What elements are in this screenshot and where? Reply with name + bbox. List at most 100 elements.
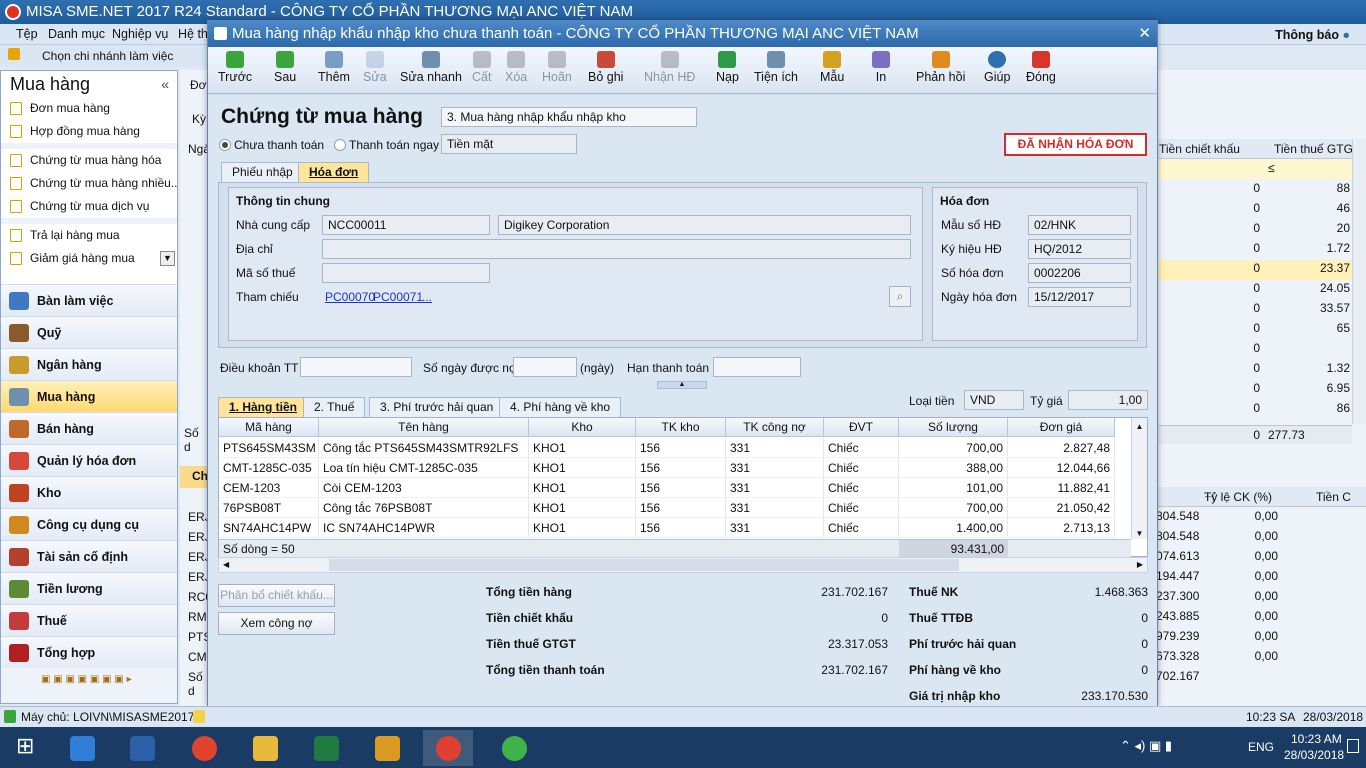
task-word[interactable]	[117, 730, 167, 766]
due-date-field[interactable]	[713, 357, 801, 377]
grid-cell[interactable]: KHO1	[529, 498, 636, 518]
task-misa[interactable]	[423, 730, 473, 766]
notification-link[interactable]: Thông báo ●	[1275, 28, 1350, 42]
grid-cell[interactable]: 156	[636, 518, 726, 538]
tab-invoice[interactable]: Hóa đơn	[298, 162, 370, 182]
sidebar-mini-icons[interactable]: ▣ ▣ ▣ ▣ ▣ ▣ ▣ ▸	[1, 668, 177, 694]
grid-cell[interactable]: 388,00	[899, 458, 1008, 478]
tab-goods[interactable]: 1. Hàng tiền	[218, 397, 309, 417]
task-app-2[interactable]	[362, 730, 412, 766]
grid-cell[interactable]: Chiếc	[824, 438, 899, 458]
start-button[interactable]: ⊞	[2, 730, 52, 766]
grid-cell[interactable]: Công tắc 76PSB08T	[319, 498, 529, 518]
grid-cell[interactable]: KHO1	[529, 458, 636, 478]
module-purchase[interactable]: Mua hàng	[1, 380, 177, 412]
module-tax[interactable]: Thuế	[1, 604, 177, 636]
utility-button[interactable]: Tiện ích	[754, 51, 798, 84]
grid-cell[interactable]: 11.882,41	[1008, 478, 1115, 498]
module-summary[interactable]: Tổng hợp	[1, 636, 177, 668]
module-warehouse[interactable]: Kho	[1, 476, 177, 508]
task-explorer[interactable]	[240, 730, 290, 766]
grid-cell[interactable]: PTS645SM43SM	[219, 438, 319, 458]
exchange-rate-field[interactable]: 1,00	[1068, 390, 1148, 410]
credit-days-field[interactable]	[513, 357, 577, 377]
clock-date[interactable]: 28/03/2018	[1284, 748, 1344, 762]
grid-cell[interactable]: SN74AHC14PW	[219, 518, 319, 538]
supplier-code-field[interactable]: NCC00011	[322, 215, 490, 235]
grid-cell[interactable]: CEM-1203	[219, 478, 319, 498]
grid-cell[interactable]: 21.050,42	[1008, 498, 1115, 518]
print-button[interactable]: In	[872, 51, 890, 84]
clock-time[interactable]: 10:23 AM	[1291, 732, 1342, 746]
language-indicator[interactable]: ENG	[1248, 740, 1274, 754]
tray-icons[interactable]: ⌃ ◂) ▣ ▮	[1120, 738, 1172, 754]
feedback-button[interactable]: Phản hồi	[916, 51, 965, 84]
tab-customs-fee[interactable]: 3. Phí trước hải quan	[369, 397, 505, 417]
task-chat[interactable]	[489, 730, 539, 766]
grid-cell[interactable]: Loa tín hiệu CMT-1285C-035	[319, 458, 529, 478]
menu-catalog[interactable]: Danh mục	[48, 27, 105, 41]
bg-scrollbar[interactable]	[1352, 139, 1366, 424]
sidebar-sub-discount[interactable]: Giảm giá hàng mua ▼	[1, 247, 177, 270]
module-desktop[interactable]: Bàn làm việc	[1, 284, 177, 316]
grid-cell[interactable]: 2.713,13	[1008, 518, 1115, 538]
grid-cell[interactable]: KHO1	[529, 478, 636, 498]
unpaid-radio[interactable]	[219, 139, 231, 151]
reference-link-1[interactable]: PC00070	[325, 290, 375, 304]
grid-cell[interactable]: IC SN74AHC14PWR	[319, 518, 529, 538]
dropdown-arrow-icon[interactable]: ▼	[160, 251, 175, 266]
collapse-chevrons-icon[interactable]: «	[161, 71, 169, 97]
menu-file[interactable]: Tệp	[16, 27, 38, 41]
column-header[interactable]: TK kho	[636, 418, 726, 437]
sidebar-sub-goods-voucher[interactable]: Chứng từ mua hàng hóa	[1, 149, 177, 172]
grid-cell[interactable]: 2.827,48	[1008, 438, 1115, 458]
view-debt-button[interactable]: Xem công nợ	[218, 612, 335, 635]
grid-cell[interactable]: 331	[726, 478, 824, 498]
grid-cell[interactable]: 331	[726, 438, 824, 458]
grid-cell[interactable]: 76PSB08T	[219, 498, 319, 518]
reference-more-link[interactable]: ...	[422, 290, 432, 304]
module-assets[interactable]: Tài sản cố định	[1, 540, 177, 572]
tab-shipping-fee[interactable]: 4. Phí hàng về kho	[499, 397, 622, 417]
grid-cell[interactable]: 12.044,66	[1008, 458, 1115, 478]
reference-link-2[interactable]: PC00071	[373, 290, 423, 304]
sidebar-sub-purchase-contract[interactable]: Hợp đồng mua hàng	[1, 120, 177, 143]
grid-cell[interactable]: Chiếc	[824, 478, 899, 498]
menu-operations[interactable]: Nghiệp vụ	[112, 27, 168, 41]
bg-filter-row[interactable]: ≤	[1156, 159, 1352, 179]
save-button[interactable]: Cất	[472, 51, 491, 84]
sidebar-sub-service-voucher[interactable]: Chứng từ mua dịch vụ	[1, 195, 177, 218]
task-app-1[interactable]	[57, 730, 107, 766]
close-button[interactable]: Đóng	[1026, 51, 1056, 84]
grid-cell[interactable]: 331	[726, 518, 824, 538]
invoice-number-field[interactable]: 0002206	[1028, 263, 1131, 283]
grid-cell[interactable]: 700,00	[899, 498, 1008, 518]
grid-cell[interactable]: Chiếc	[824, 458, 899, 478]
tab-receipt[interactable]: Phiếu nhập	[221, 162, 304, 182]
tax-code-field[interactable]	[322, 263, 490, 283]
template-button[interactable]: Mẫu	[820, 51, 844, 84]
allocate-discount-button[interactable]: Phân bổ chiết khấu...	[218, 584, 335, 607]
grid-cell[interactable]: 700,00	[899, 438, 1008, 458]
column-header[interactable]: ĐVT	[824, 418, 899, 437]
grid-cell[interactable]: KHO1	[529, 438, 636, 458]
sidebar-sub-return[interactable]: Trả lại hàng mua	[1, 224, 177, 247]
column-header[interactable]: Kho	[529, 418, 636, 437]
grid-cell[interactable]: Chiếc	[824, 498, 899, 518]
grid-cell[interactable]: 331	[726, 498, 824, 518]
voucher-type-select[interactable]: 3. Mua hàng nhập khẩu nhập kho	[441, 107, 697, 127]
search-reference-icon[interactable]: ⌕	[889, 286, 911, 307]
edit-button[interactable]: Sửa	[363, 51, 387, 84]
undo-button[interactable]: Hoãn	[542, 51, 572, 84]
paid-radio[interactable]	[334, 139, 346, 151]
task-excel[interactable]	[301, 730, 351, 766]
column-header[interactable]: Tên hàng	[319, 418, 529, 437]
unpost-button[interactable]: Bỏ ghi	[588, 51, 623, 84]
invoice-date-field[interactable]: 15/12/2017	[1028, 287, 1131, 307]
delete-button[interactable]: Xóa	[505, 51, 527, 84]
menu-system[interactable]: Hệ th	[178, 27, 208, 41]
grid-horizontal-scrollbar[interactable]: ◀ ▶	[218, 557, 1148, 573]
column-header[interactable]: Mã hàng	[219, 418, 319, 437]
grid-cell[interactable]: Còi CEM-1203	[319, 478, 529, 498]
grid-cell[interactable]: 156	[636, 438, 726, 458]
